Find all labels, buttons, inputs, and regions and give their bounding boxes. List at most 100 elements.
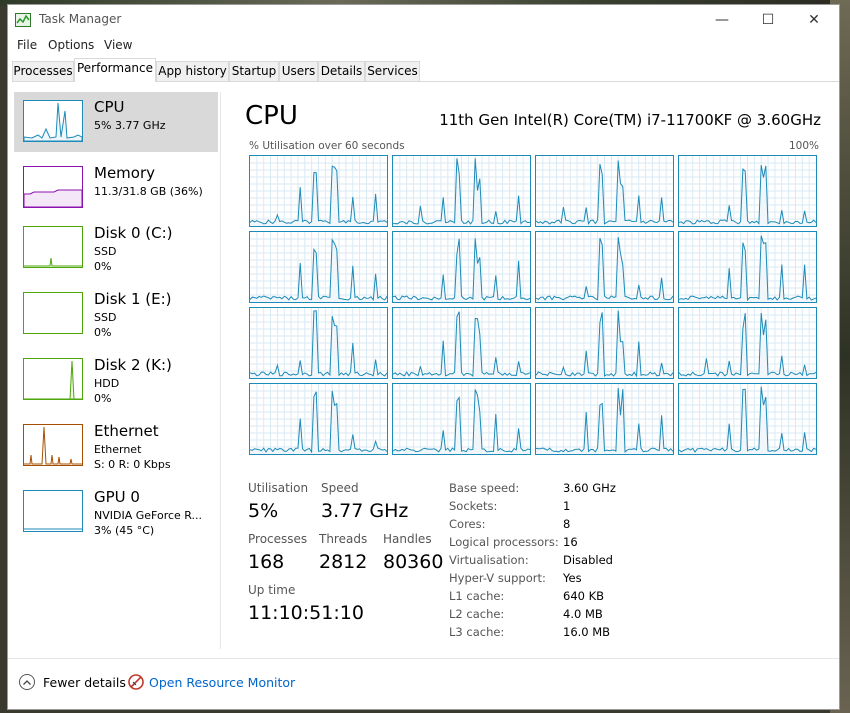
- logical-processor-graph: [678, 383, 817, 455]
- detail-value: 640 KB: [563, 589, 605, 603]
- detail-label: L3 cache:: [449, 625, 505, 639]
- logical-processor-graph: [249, 155, 388, 227]
- sidebar-value-disk-1: 0%: [94, 326, 112, 339]
- menu-options[interactable]: Options: [48, 38, 94, 52]
- detail-value: 4.0 MB: [563, 607, 603, 621]
- menu-bar: File Options View: [8, 36, 839, 56]
- sidebar-item-disk-0[interactable]: Disk 0 (C:) SSD 0%: [14, 218, 218, 278]
- tab-services[interactable]: Services: [365, 61, 420, 81]
- task-manager-window: Task Manager — ☐ ✕ File Options View Pro…: [7, 4, 840, 710]
- open-resource-monitor-link[interactable]: Open Resource Monitor: [149, 675, 295, 690]
- sidebar-item-disk-2[interactable]: Disk 2 (K:) HDD 0%: [14, 350, 218, 410]
- sidebar-value-disk-0: 0%: [94, 260, 112, 273]
- logical-processor-graph: [249, 231, 388, 303]
- logical-processor-graph: [535, 307, 674, 379]
- processes-value: 168: [248, 551, 285, 573]
- handles-value: 80360: [383, 551, 444, 573]
- sidebar-value-disk-2: 0%: [94, 392, 112, 405]
- logical-processor-graph: [249, 307, 388, 379]
- detail-label: L2 cache:: [449, 607, 505, 621]
- chevron-up-icon[interactable]: [19, 674, 35, 690]
- sidebar-type-disk-0: SSD: [94, 245, 117, 258]
- detail-label: Virtualisation:: [449, 553, 529, 567]
- close-button[interactable]: ✕: [791, 5, 837, 35]
- threads-value: 2812: [319, 551, 368, 573]
- logical-processor-graph: [249, 383, 388, 455]
- menu-view[interactable]: View: [104, 38, 132, 52]
- sidebar-item-ethernet[interactable]: Ethernet Ethernet S: 0 R: 0 Kbps: [14, 416, 218, 476]
- sidebar-type-gpu-0: NVIDIA GeForce R...: [94, 509, 203, 522]
- detail-label: Sockets:: [449, 499, 498, 513]
- sidebar-label-disk-1: Disk 1 (E:): [94, 290, 172, 308]
- fewer-details-link[interactable]: Fewer details: [43, 675, 126, 690]
- resource-monitor-icon: [128, 674, 144, 690]
- uptime-value: 11:10:51:10: [248, 602, 364, 624]
- detail-label: L1 cache:: [449, 589, 505, 603]
- ethernet-thumbnail-graph: [23, 424, 83, 466]
- disk-2-thumbnail-graph: [23, 358, 83, 400]
- logical-processor-graph: [678, 231, 817, 303]
- uptime-label: Up time: [248, 583, 296, 597]
- logical-processor-graph: [678, 307, 817, 379]
- sidebar-type-disk-1: SSD: [94, 311, 117, 324]
- resource-sidebar: CPU 5% 3.77 GHz Memory 11.3/31.8 GB (36%…: [12, 92, 221, 649]
- logical-processor-graph: [392, 231, 531, 303]
- tab-details[interactable]: Details: [318, 61, 365, 81]
- tab-app-history[interactable]: App history: [156, 61, 229, 81]
- tab-startup[interactable]: Startup: [229, 61, 279, 81]
- sidebar-value-cpu: 5% 3.77 GHz: [94, 119, 166, 132]
- sidebar-type-ethernet: Ethernet: [94, 443, 142, 456]
- logical-processor-graph: [392, 307, 531, 379]
- sidebar-label-gpu-0: GPU 0: [94, 488, 140, 506]
- sidebar-label-memory: Memory: [94, 164, 156, 182]
- sidebar-value-ethernet: S: 0 R: 0 Kbps: [94, 458, 171, 471]
- speed-label: Speed: [321, 481, 359, 495]
- detail-value: 3.60 GHz: [563, 481, 616, 495]
- task-manager-app-icon: [15, 13, 31, 27]
- sidebar-value-memory: 11.3/31.8 GB (36%): [94, 185, 203, 198]
- detail-value: 16: [563, 535, 578, 549]
- sidebar-type-disk-2: HDD: [94, 377, 120, 390]
- processes-label: Processes: [248, 532, 308, 546]
- logical-processor-graph: [392, 383, 531, 455]
- logical-processor-graph: [392, 155, 531, 227]
- utilisation-label: Utilisation: [248, 481, 309, 495]
- sidebar-label-disk-0: Disk 0 (C:): [94, 224, 173, 242]
- sidebar-label-disk-2: Disk 2 (K:): [94, 356, 172, 374]
- memory-thumbnail-graph: [23, 166, 83, 208]
- tab-performance[interactable]: Performance: [74, 58, 156, 82]
- disk-0-thumbnail-graph: [23, 226, 83, 268]
- menu-file[interactable]: File: [17, 38, 37, 52]
- maximize-button[interactable]: ☐: [745, 5, 791, 35]
- logical-processor-graph: [535, 155, 674, 227]
- detail-value: 8: [563, 517, 571, 531]
- sidebar-item-gpu-0[interactable]: GPU 0 NVIDIA GeForce R... 3% (45 °C): [14, 482, 218, 542]
- logical-processor-graph: [535, 383, 674, 455]
- sidebar-item-memory[interactable]: Memory 11.3/31.8 GB (36%): [14, 158, 218, 218]
- cpu-thumbnail-graph: [23, 100, 83, 142]
- utilisation-value: 5%: [248, 500, 279, 522]
- logical-processor-graph: [535, 231, 674, 303]
- logical-processor-graph: [678, 155, 817, 227]
- tab-processes[interactable]: Processes: [12, 61, 74, 81]
- tab-users[interactable]: Users: [279, 61, 318, 81]
- utilisation-max-label: 100%: [788, 140, 819, 152]
- speed-value: 3.77 GHz: [321, 500, 409, 522]
- window-title: Task Manager: [39, 12, 122, 26]
- utilisation-caption: % Utilisation over 60 seconds: [249, 140, 405, 152]
- footer-bar: Fewer details Open Resource Monitor: [8, 658, 839, 709]
- detail-value: Disabled: [563, 553, 613, 567]
- minimize-button[interactable]: —: [699, 5, 745, 35]
- sidebar-item-cpu[interactable]: CPU 5% 3.77 GHz: [14, 92, 218, 152]
- sidebar-item-disk-1[interactable]: Disk 1 (E:) SSD 0%: [14, 284, 218, 344]
- threads-label: Threads: [319, 532, 368, 546]
- disk-1-thumbnail-graph: [23, 292, 83, 334]
- title-bar[interactable]: Task Manager — ☐ ✕: [8, 5, 839, 35]
- detail-label: Hyper-V support:: [449, 571, 546, 585]
- detail-label: Logical processors:: [449, 535, 559, 549]
- detail-value: 16.0 MB: [563, 625, 611, 639]
- tab-strip: Processes Performance App history Startu…: [12, 58, 839, 82]
- gpu-thumbnail-graph: [23, 490, 83, 532]
- sidebar-label-ethernet: Ethernet: [94, 422, 159, 440]
- detail-value: Yes: [563, 571, 582, 585]
